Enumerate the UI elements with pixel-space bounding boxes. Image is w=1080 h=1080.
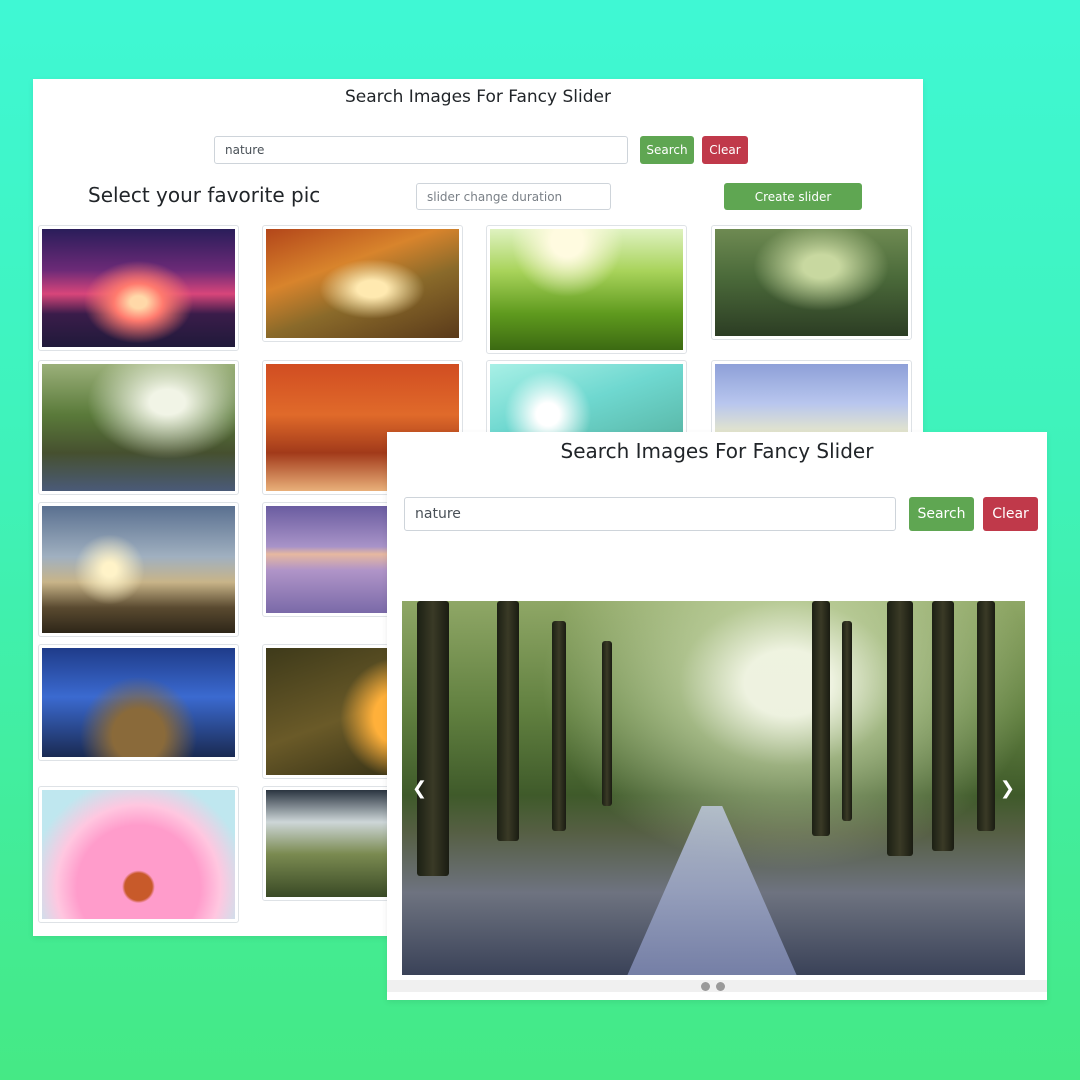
page-title: Search Images For Fancy Slider — [345, 87, 611, 107]
forest-road-image — [402, 601, 1025, 975]
image-thumbnail[interactable] — [38, 225, 239, 351]
foggy-forest-image — [715, 229, 908, 336]
mountain-sky-image — [42, 506, 235, 633]
search-input[interactable] — [214, 136, 628, 164]
dandelion-dew-image — [490, 364, 683, 436]
clear-button[interactable]: Clear — [983, 497, 1038, 531]
slide-indicator-dot[interactable] — [716, 982, 725, 991]
chevron-right-icon[interactable]: ❯ — [1000, 778, 1015, 799]
image-thumbnail[interactable] — [262, 225, 463, 342]
autumn-path-image — [266, 229, 459, 338]
sunset-tree-image — [42, 229, 235, 347]
image-thumbnail[interactable] — [711, 360, 912, 440]
forest-road-image — [42, 364, 235, 491]
image-thumbnail[interactable] — [38, 360, 239, 495]
image-thumbnail[interactable] — [38, 786, 239, 923]
duration-input[interactable] — [416, 183, 611, 210]
select-heading: Select your favorite pic — [88, 183, 321, 207]
image-slider[interactable]: ❮ ❯ — [402, 601, 1025, 975]
page-title: Search Images For Fancy Slider — [560, 439, 874, 463]
image-thumbnail[interactable] — [486, 360, 687, 440]
slide-indicator-dot[interactable] — [701, 982, 710, 991]
slide-indicators — [387, 980, 1047, 992]
search-input[interactable] — [404, 497, 896, 531]
image-thumbnail[interactable] — [711, 225, 912, 340]
search-button[interactable]: Search — [909, 497, 974, 531]
slider-window: Search Images For Fancy Slider Search Cl… — [387, 432, 1047, 1000]
search-button[interactable]: Search — [640, 136, 694, 164]
image-thumbnail[interactable] — [38, 502, 239, 637]
chevron-left-icon[interactable]: ❮ — [412, 778, 427, 799]
white-butterflies-image — [715, 364, 908, 436]
image-thumbnail[interactable] — [486, 225, 687, 354]
image-thumbnail[interactable] — [38, 644, 239, 761]
clear-button[interactable]: Clear — [702, 136, 748, 164]
blue-butterflies-image — [42, 648, 235, 757]
create-slider-button[interactable]: Create slider — [724, 183, 862, 210]
pink-daisy-image — [42, 790, 235, 919]
sunny-meadow-image — [490, 229, 683, 350]
